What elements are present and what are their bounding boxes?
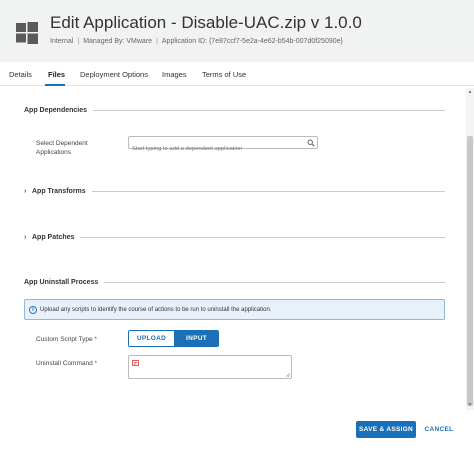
tab-terms-of-use[interactable]: Terms of Use — [202, 70, 246, 79]
scroll-up-arrow-icon[interactable]: ▲ — [466, 88, 474, 96]
tab-images[interactable]: Images — [162, 70, 187, 79]
info-icon: i — [29, 306, 37, 314]
chevron-right-icon: › — [24, 188, 27, 195]
search-icon — [307, 139, 315, 147]
save-and-assign-button[interactable]: SAVE & ASSIGN — [356, 421, 416, 438]
meta-separator: | — [156, 38, 158, 45]
info-banner: i Upload any scripts to identify the cou… — [24, 299, 445, 320]
section-heading-transforms: App Transforms — [32, 188, 86, 195]
files-form: App Dependencies Select Dependent Applic… — [24, 96, 445, 410]
section-divider — [24, 237, 445, 238]
active-tab-indicator — [45, 84, 65, 86]
app-meta: Internal | Managed By: VMware | Application … — [50, 38, 343, 45]
section-heading-uninstall: App Uninstall Process — [24, 279, 105, 286]
page-title: Edit Application - Disable-UAC.zip v 1.0… — [50, 13, 362, 32]
page-header: Edit Application - Disable-UAC.zip v 1.0… — [0, 0, 474, 62]
section-toggle-patches[interactable]: › App Patches — [24, 234, 81, 241]
meta-separator: | — [77, 38, 80, 45]
script-type-label: Custom Script Type * — [36, 335, 97, 344]
section-heading-dependencies: App Dependencies — [24, 107, 94, 114]
chevron-right-icon: › — [24, 234, 27, 241]
scroll-down-arrow-icon[interactable]: ▼ — [466, 401, 474, 409]
upload-option-button[interactable]: UPLOAD — [129, 331, 174, 346]
script-type-label-text: Custom Script Type — [36, 336, 93, 343]
internal-label: Internal — [50, 38, 74, 45]
required-marker: * — [94, 336, 97, 343]
dependent-apps-label: Select Dependent Applications — [36, 140, 88, 156]
uninstall-command-label-text: Uninstall Command — [36, 360, 93, 367]
resize-handle-icon[interactable] — [285, 372, 290, 377]
tab-deployment-options[interactable]: Deployment Options — [80, 70, 148, 79]
section-heading-patches: App Patches — [32, 234, 75, 241]
script-type-toggle: UPLOAD INPUT — [128, 330, 219, 347]
dependent-apps-input[interactable] — [129, 143, 304, 155]
application-id-label: Application ID: {7e87ccf7-5e2a-4e62-b54b… — [161, 38, 343, 45]
windows-logo-icon — [16, 22, 38, 44]
managed-by-label: Managed By: VMware — [83, 38, 153, 45]
uninstall-command-label: Uninstall Command * — [36, 359, 97, 368]
scrollbar-thumb[interactable] — [467, 136, 473, 406]
script-edit-icon — [132, 360, 139, 366]
input-option-button[interactable]: INPUT — [174, 331, 218, 346]
cancel-button[interactable]: CANCEL — [420, 421, 458, 438]
required-marker: * — [94, 360, 98, 367]
info-banner-text: Upload any scripts to identify the cours… — [40, 307, 272, 313]
uninstall-command-textarea[interactable] — [128, 355, 292, 379]
tab-files[interactable]: Files — [48, 70, 65, 79]
section-toggle-transforms[interactable]: › App Transforms — [24, 188, 92, 195]
dependent-apps-search[interactable] — [128, 136, 318, 155]
tab-details[interactable]: Details — [9, 70, 32, 79]
tab-bar: Details Files Deployment Options Images … — [0, 62, 474, 86]
